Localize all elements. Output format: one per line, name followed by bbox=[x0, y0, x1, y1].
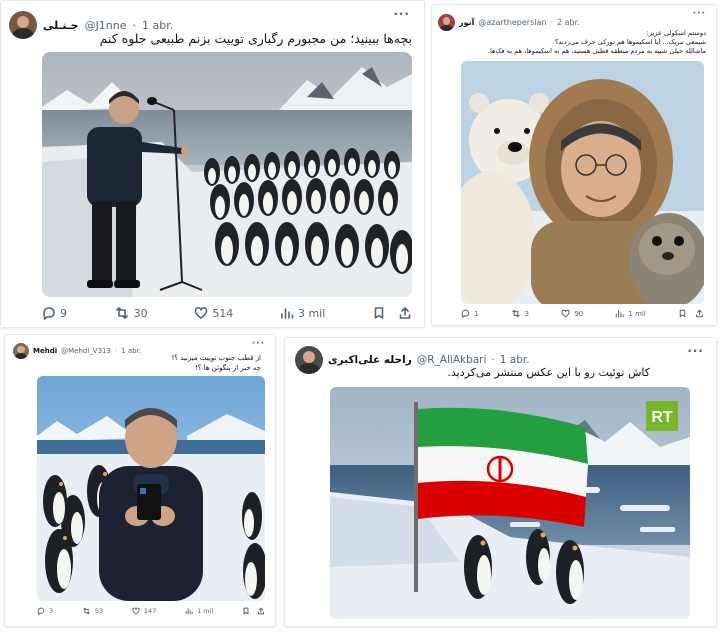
tweet-actions: 1 3 90 1 mil bbox=[461, 309, 704, 318]
avatar[interactable] bbox=[13, 343, 29, 359]
tweet-text-line: از قطب جنوب توییت میزنید ؟! bbox=[171, 354, 261, 362]
phone-penguins-image bbox=[37, 376, 265, 601]
display-name[interactable]: راحله علی‌اکبری bbox=[328, 354, 412, 366]
repost-count: 3 bbox=[524, 309, 530, 318]
timestamp[interactable]: 2 abr. bbox=[557, 18, 580, 27]
bookmark-icon[interactable] bbox=[242, 607, 250, 615]
repost-icon bbox=[83, 607, 90, 615]
repost-icon bbox=[512, 309, 520, 318]
bookmark-icon[interactable] bbox=[678, 309, 687, 318]
like-button[interactable]: 514 bbox=[194, 306, 233, 320]
share-icon[interactable] bbox=[257, 607, 265, 615]
views-button[interactable]: 1 mil bbox=[615, 309, 646, 318]
repost-button[interactable]: 30 bbox=[114, 306, 148, 320]
flag-penguins-image: RT bbox=[330, 387, 690, 619]
tweet-card: راحله علی‌اکبری @R_AliAkbari · 1 abr. ··… bbox=[284, 337, 717, 627]
views-icon bbox=[616, 310, 624, 318]
tweet-text: دوستم اسکولی عزیز: شیمعی تبریک... آیا اس… bbox=[446, 29, 706, 56]
tweet-photo[interactable]: RT bbox=[330, 387, 690, 619]
heart-icon bbox=[561, 309, 570, 318]
share-icon[interactable] bbox=[398, 306, 412, 320]
like-count: 90 bbox=[574, 309, 584, 318]
repost-count: 53 bbox=[94, 607, 104, 615]
tweet-card: Mehdi @Mehdi_V313 · 1 abr. ··· از قطب جن… bbox=[4, 334, 276, 627]
more-options-icon[interactable]: ··· bbox=[393, 7, 410, 21]
extra-actions bbox=[242, 607, 265, 615]
views-icon bbox=[281, 308, 294, 319]
tweet-text: بچه‌ها ببینید؛ من مجبورم رگباری توییت بز… bbox=[99, 31, 412, 46]
like-count: 147 bbox=[143, 607, 157, 615]
tweet-photo[interactable] bbox=[37, 376, 265, 601]
view-count: 3 mil bbox=[297, 306, 326, 320]
tweet-text: کاش توئیت رو با این عکس منتشر می‌کردید. bbox=[447, 366, 650, 379]
display-name[interactable]: جـنـلی bbox=[43, 19, 79, 32]
like-button[interactable]: 147 bbox=[132, 607, 156, 615]
heart-icon bbox=[132, 607, 140, 615]
tweet-text-line: شیمعی تبریک... آیا اسکیموها هم تورکی حرف… bbox=[555, 38, 706, 46]
tweet-card: جـنـلی @J1nne · 1 abr. ··· بچه‌ها ببینید… bbox=[0, 0, 425, 328]
tweet-card: آنور @azarthepersian · 2 abr. ··· دوستم … bbox=[431, 4, 717, 326]
more-options-icon[interactable]: ··· bbox=[693, 9, 706, 19]
tweet-photo[interactable] bbox=[461, 61, 704, 304]
rt-watermark: RT bbox=[651, 409, 673, 426]
views-button[interactable]: 1 mil bbox=[185, 607, 213, 615]
reply-count: 1 bbox=[474, 309, 479, 318]
like-count: 514 bbox=[212, 306, 234, 320]
reply-icon bbox=[43, 307, 55, 320]
view-count: 1 mil bbox=[197, 607, 214, 615]
views-icon bbox=[185, 608, 193, 615]
reply-button[interactable]: 9 bbox=[42, 306, 67, 320]
reply-icon bbox=[37, 607, 45, 615]
repost-button[interactable]: 53 bbox=[82, 607, 103, 615]
bookmark-icon[interactable] bbox=[372, 306, 386, 320]
more-options-icon[interactable]: ··· bbox=[252, 339, 265, 349]
handle[interactable]: @azarthepersian bbox=[478, 18, 546, 27]
heart-icon bbox=[195, 307, 208, 319]
handle[interactable]: @R_AliAkbari bbox=[417, 354, 487, 366]
timestamp[interactable]: 1 abr. bbox=[142, 19, 173, 32]
tweet-actions: 3 53 147 1 mil bbox=[37, 607, 265, 615]
tweet-text: از قطب جنوب توییت میزنید ؟! چه خبر از پن… bbox=[41, 353, 261, 373]
tweet-text-line: ماشالله خیلی شبیه به مردم منطقه قطبی هست… bbox=[487, 47, 706, 55]
display-name[interactable]: آنور bbox=[459, 18, 474, 27]
timestamp[interactable]: 1 abr. bbox=[500, 354, 530, 366]
views-button[interactable]: 3 mil bbox=[280, 306, 325, 320]
speaker-penguins-image bbox=[42, 52, 412, 297]
share-icon[interactable] bbox=[695, 309, 704, 318]
repost-button[interactable]: 3 bbox=[511, 309, 529, 318]
repost-icon bbox=[115, 307, 128, 319]
reply-button[interactable]: 1 bbox=[461, 309, 478, 318]
reply-count: 9 bbox=[60, 306, 67, 320]
extra-actions bbox=[678, 309, 704, 318]
extra-actions bbox=[372, 306, 412, 320]
reply-button[interactable]: 3 bbox=[37, 607, 53, 615]
tweet-text-line: دوستم اسکولی عزیز: bbox=[646, 29, 706, 37]
tweet-photo[interactable] bbox=[42, 52, 412, 297]
reply-icon bbox=[461, 309, 470, 318]
repost-count: 30 bbox=[133, 306, 148, 320]
more-options-icon[interactable]: ··· bbox=[687, 344, 704, 358]
bear-seal-selfie-image bbox=[461, 61, 704, 304]
like-button[interactable]: 90 bbox=[561, 309, 583, 318]
tweet-actions: 9 30 514 3 mil bbox=[42, 306, 412, 320]
reply-count: 3 bbox=[49, 607, 54, 615]
tweet-text-line: چه خبر از پنگوئن ها ؟! bbox=[195, 364, 261, 372]
view-count: 1 mil bbox=[628, 309, 646, 318]
handle[interactable]: @J1nne bbox=[85, 19, 127, 32]
